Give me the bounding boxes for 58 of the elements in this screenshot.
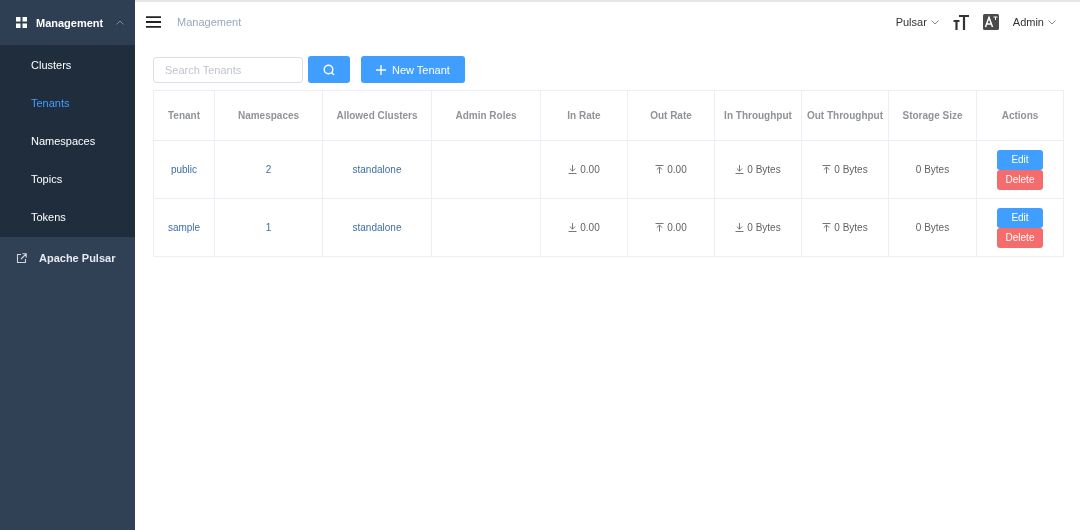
download-icon [568, 222, 578, 232]
chevron-icon [116, 20, 125, 25]
column-header: Admin Roles [455, 109, 517, 121]
column-header: Namespaces [237, 109, 300, 121]
upload-icon [655, 164, 665, 174]
column-header: Out Rate [650, 109, 692, 121]
table-cell: 0 Bytes [834, 221, 868, 233]
sidebar-item[interactable]: Namespaces [0, 122, 135, 160]
column-header: Actions [1001, 109, 1039, 121]
column-header: In Rate [567, 109, 601, 121]
column-header: Allowed Clusters [336, 109, 418, 121]
table-cell: 0 Bytes [915, 164, 950, 175]
breadcrumb: Management [177, 16, 242, 28]
tenant-link[interactable]: public [170, 164, 198, 175]
delete-button[interactable]: Delete [997, 169, 1043, 190]
download-icon [568, 164, 578, 174]
delete-button[interactable]: Delete [997, 227, 1043, 248]
namespaces-link[interactable]: 2 [265, 164, 272, 175]
table-cell: 0 Bytes [915, 222, 950, 233]
plus-icon [376, 64, 386, 75]
table-cell: 0.00 [667, 163, 687, 175]
sidebar-item[interactable]: Tenants [0, 84, 135, 122]
table-cell: 0 Bytes [834, 163, 868, 175]
sidebar-item[interactable]: Tokens [0, 198, 135, 236]
search-button[interactable] [308, 56, 350, 83]
user-dropdown[interactable]: Admin [1012, 16, 1056, 28]
menu-group-label: Management [36, 16, 104, 29]
chevron-icon [1048, 19, 1056, 25]
namespaces-link[interactable]: 1 [265, 222, 272, 233]
upload-icon [822, 222, 832, 232]
upload-icon [655, 222, 665, 232]
font-size-icon[interactable] [952, 14, 969, 30]
search-field[interactable]: Search Tenants [153, 56, 303, 83]
column-header: Storage Size [902, 109, 963, 121]
download-icon [735, 164, 745, 174]
table-cell: 0.00 [667, 221, 687, 233]
column-header: In Throughput [724, 109, 792, 121]
menu-icon[interactable] [146, 16, 161, 28]
search-icon [323, 63, 335, 76]
table-cell: 0 Bytes [747, 221, 781, 233]
cluster-link[interactable]: standalone [352, 164, 402, 175]
download-icon [735, 222, 745, 232]
cluster-dropdown[interactable]: Pulsar [895, 16, 939, 28]
sidebar-item[interactable]: Topics [0, 160, 135, 198]
column-header: Tenant [167, 109, 200, 121]
table-cell: 0.00 [580, 221, 600, 233]
column-header: Out Throughput [806, 109, 884, 121]
tenant-link[interactable]: sample [167, 222, 201, 233]
external-link-icon [16, 252, 27, 264]
upload-icon [822, 164, 832, 174]
chevron-icon [930, 19, 939, 25]
external-link[interactable]: Apache Pulsar [39, 252, 116, 264]
table-cell: 0 Bytes [747, 163, 781, 175]
table-cell: 0.00 [580, 163, 600, 175]
language-icon[interactable] [982, 14, 999, 30]
grid-icon [16, 17, 27, 28]
sidebar-item[interactable]: Clusters [0, 46, 135, 84]
cluster-link[interactable]: standalone [352, 222, 402, 233]
